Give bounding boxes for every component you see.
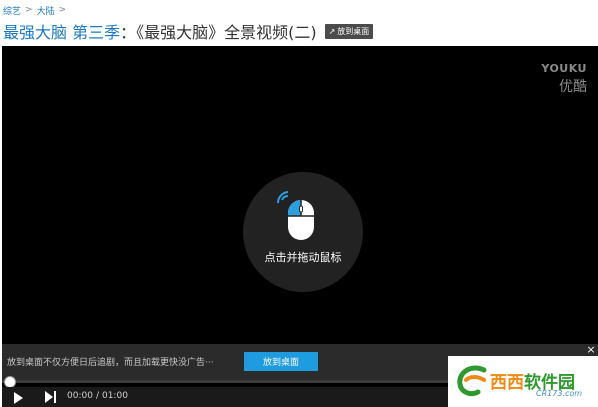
time-separator: / bbox=[95, 391, 99, 401]
site-logo: 西西软件园 CR173.com bbox=[448, 356, 598, 407]
show-title-link[interactable]: 最强大脑 第三季 bbox=[3, 19, 120, 43]
time-display: 00:00/01:00 bbox=[67, 391, 128, 401]
pin-to-desktop-button[interactable]: ↗ 放到桌面 bbox=[324, 23, 374, 39]
vr-hint-text: 点击并拖动鼠标 bbox=[264, 251, 342, 264]
current-time: 00:00 bbox=[67, 391, 93, 401]
logo-subtext: CR173.com bbox=[536, 389, 583, 398]
vr-drag-hint[interactable]: 点击并拖动鼠标 bbox=[243, 172, 363, 292]
play-icon[interactable] bbox=[14, 392, 23, 404]
breadcrumb-separator: > bbox=[25, 5, 33, 15]
watermark-en: YOUKU bbox=[541, 62, 587, 75]
breadcrumb-separator: > bbox=[58, 5, 67, 15]
video-player[interactable]: YOUKU 优酷 点击并拖动鼠标 放到桌面不仅方便日后追剧，而且加载更快没广告·… bbox=[2, 46, 598, 407]
breadcrumb-item-variety[interactable]: 综艺 bbox=[3, 4, 21, 17]
pin-to-desktop-label: 放到桌面 bbox=[337, 26, 370, 36]
promo-text: 放到桌面不仅方便日后追剧，而且加载更快没广告··· bbox=[7, 358, 214, 368]
promo-pin-button[interactable]: 放到桌面 bbox=[244, 352, 318, 371]
logo-swoosh-icon bbox=[457, 365, 487, 397]
episode-title: ：《最强大脑》全景视频(二) bbox=[120, 23, 317, 42]
next-icon[interactable] bbox=[45, 391, 57, 403]
pin-icon: ↗ bbox=[328, 26, 336, 36]
duration: 01:00 bbox=[101, 391, 128, 401]
mouse-drag-icon bbox=[276, 191, 314, 240]
page-title: 最强大脑 第三季 ：《最强大脑》全景视频(二) ↗ 放到桌面 bbox=[3, 19, 374, 43]
close-icon[interactable]: × bbox=[584, 344, 598, 356]
breadcrumb: 综艺 > 大陆 > bbox=[3, 4, 67, 17]
logo-text-a: 西西 bbox=[490, 373, 524, 393]
breadcrumb-item-mainland[interactable]: 大陆 bbox=[37, 4, 55, 17]
watermark-cn: 优酷 bbox=[559, 79, 587, 95]
youku-watermark: YOUKU 优酷 bbox=[527, 62, 587, 96]
